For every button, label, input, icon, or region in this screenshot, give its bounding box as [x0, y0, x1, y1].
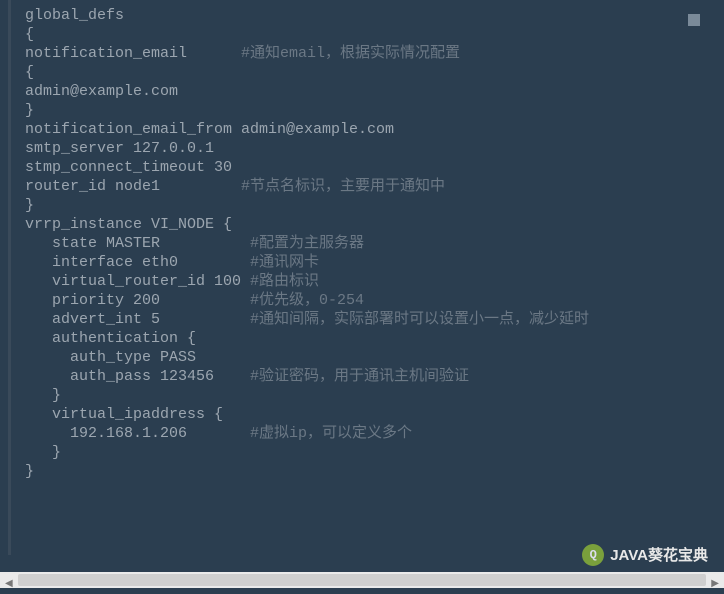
watermark: Q JAVA葵花宝典 [582, 544, 708, 566]
comment-text: #节点名标识，主要用于通知中 [241, 178, 445, 195]
code-text: virtual_router_id 100 [25, 273, 250, 290]
code-line: notification_email_from admin@example.co… [25, 120, 724, 139]
scroll-right-arrow[interactable]: ▶ [711, 575, 719, 594]
code-text: priority 200 [25, 292, 250, 309]
code-line: vrrp_instance VI_NODE { [25, 215, 724, 234]
code-line: router_id node1 #节点名标识，主要用于通知中 [25, 177, 724, 196]
comment-text: #通知email，根据实际情况配置 [241, 45, 460, 62]
code-text: } [25, 463, 34, 480]
code-text: interface eth0 [25, 254, 250, 271]
code-line: { [25, 25, 724, 44]
code-line: priority 200 #优先级，0-254 [25, 291, 724, 310]
code-text: stmp_connect_timeout 30 [25, 159, 232, 176]
code-line: advert_int 5 #通知间隔，实际部署时可以设置小一点，减少延时 [25, 310, 724, 329]
code-line: } [25, 386, 724, 405]
code-line: admin@example.com [25, 82, 724, 101]
code-line: } [25, 443, 724, 462]
code-text: authentication { [25, 330, 196, 347]
code-text: router_id node1 [25, 178, 241, 195]
scroll-left-arrow[interactable]: ◀ [5, 575, 13, 594]
horizontal-scrollbar[interactable]: ◀ ▶ [0, 572, 724, 588]
code-text: auth_type PASS [25, 349, 196, 366]
comment-text: #虚拟ip，可以定义多个 [250, 425, 412, 442]
code-text: } [25, 102, 34, 119]
code-line: } [25, 196, 724, 215]
code-line: notification_email #通知email，根据实际情况配置 [25, 44, 724, 63]
wechat-icon: Q [582, 544, 604, 566]
comment-text: #路由标识 [250, 273, 319, 290]
code-text: smtp_server 127.0.0.1 [25, 140, 214, 157]
code-line: interface eth0 #通讯网卡 [25, 253, 724, 272]
comment-text: #配置为主服务器 [250, 235, 364, 252]
code-line: { [25, 63, 724, 82]
code-text: notification_email_from admin@example.co… [25, 121, 394, 138]
code-line: virtual_router_id 100 #路由标识 [25, 272, 724, 291]
code-text: virtual_ipaddress { [25, 406, 223, 423]
code-text: global_defs [25, 7, 124, 24]
code-line: global_defs [25, 6, 724, 25]
code-text: state MASTER [25, 235, 250, 252]
code-text: notification_email [25, 45, 241, 62]
code-text: vrrp_instance VI_NODE { [25, 216, 232, 233]
code-text: { [25, 64, 34, 81]
code-line: stmp_connect_timeout 30 [25, 158, 724, 177]
code-text: { [25, 26, 34, 43]
code-line: auth_type PASS [25, 348, 724, 367]
code-line: 192.168.1.206 #虚拟ip，可以定义多个 [25, 424, 724, 443]
code-line: } [25, 462, 724, 481]
code-line: } [25, 101, 724, 120]
code-line: auth_pass 123456 #验证密码，用于通讯主机间验证 [25, 367, 724, 386]
code-text: advert_int 5 [25, 311, 250, 328]
code-line: virtual_ipaddress { [25, 405, 724, 424]
scrollbar-thumb[interactable] [18, 574, 706, 586]
code-line: state MASTER #配置为主服务器 [25, 234, 724, 253]
code-text: 192.168.1.206 [25, 425, 250, 442]
code-text: admin@example.com [25, 83, 178, 100]
code-text: } [25, 387, 61, 404]
code-line: smtp_server 127.0.0.1 [25, 139, 724, 158]
code-block: global_defs{notification_email #通知email，… [8, 0, 724, 555]
comment-text: #通知间隔，实际部署时可以设置小一点，减少延时 [250, 311, 589, 328]
code-line: authentication { [25, 329, 724, 348]
code-text: } [25, 444, 61, 461]
watermark-label: JAVA葵花宝典 [610, 546, 708, 565]
code-text: } [25, 197, 34, 214]
comment-text: #优先级，0-254 [250, 292, 364, 309]
comment-text: #验证密码，用于通讯主机间验证 [250, 368, 469, 385]
copy-icon[interactable] [688, 14, 700, 26]
comment-text: #通讯网卡 [250, 254, 319, 271]
code-text: auth_pass 123456 [25, 368, 250, 385]
